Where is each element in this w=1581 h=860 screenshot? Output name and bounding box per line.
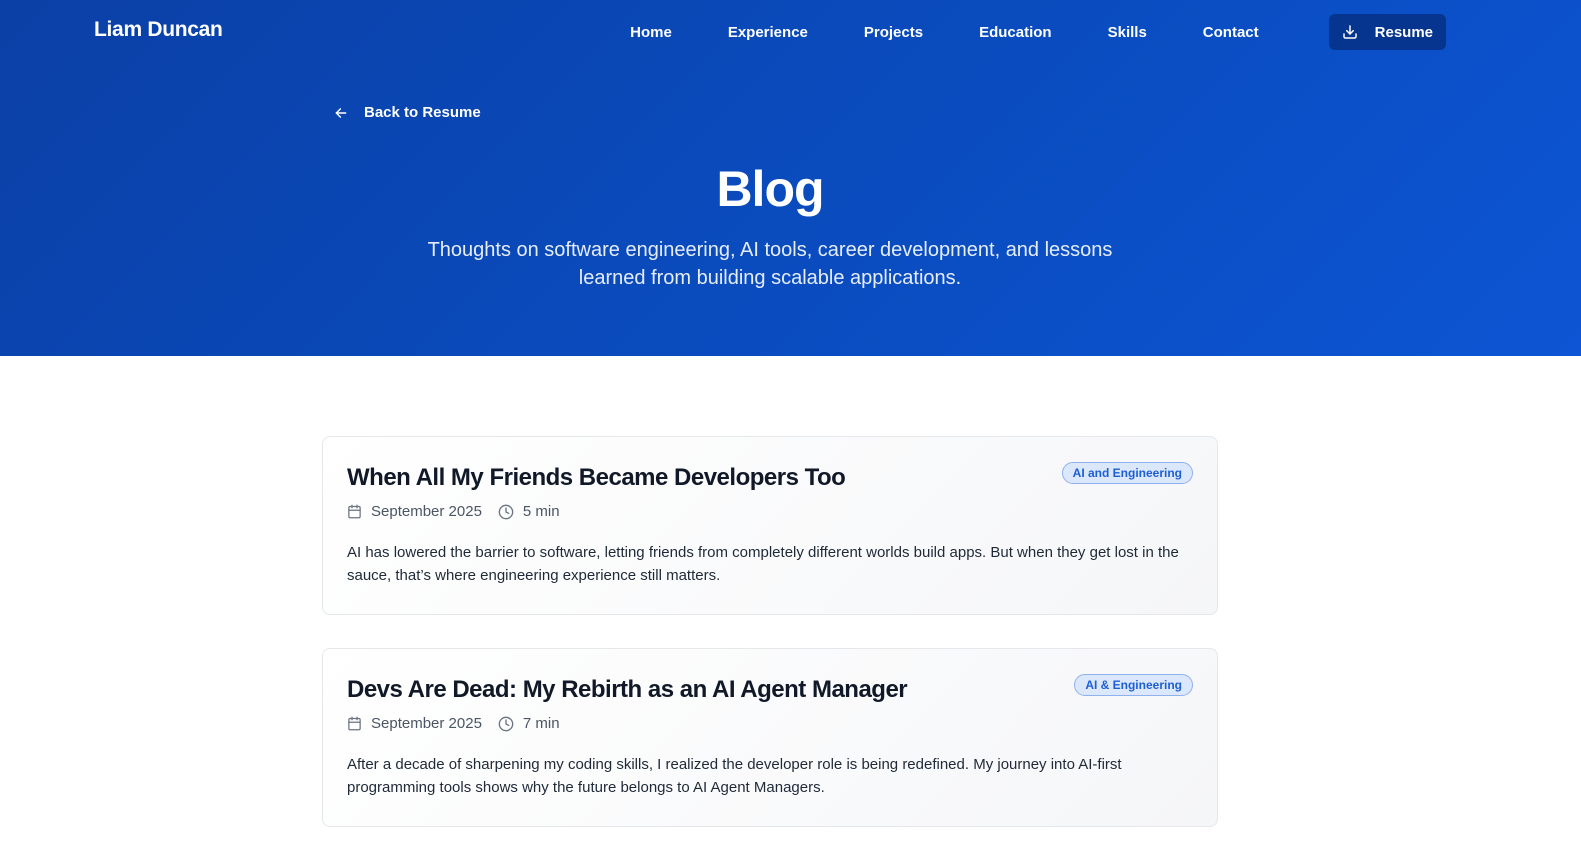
- post-category-badge: AI & Engineering: [1074, 674, 1193, 696]
- arrow-left-icon: [335, 107, 347, 118]
- post-date: September 2025: [371, 503, 482, 520]
- calendar-icon: [348, 716, 361, 731]
- nav-link-home[interactable]: Home: [630, 24, 672, 41]
- post-read-time: 5 min: [522, 503, 560, 520]
- nav-links: Home Experience Projects Education Skill…: [630, 14, 1446, 50]
- top-nav: Liam Duncan Home Experience Projects Edu…: [0, 0, 1581, 64]
- nav-link-contact[interactable]: Contact: [1203, 24, 1259, 41]
- brand-logo[interactable]: Liam Duncan: [94, 18, 223, 42]
- nav-link-projects[interactable]: Projects: [864, 24, 923, 41]
- resume-download-button[interactable]: Resume: [1328, 14, 1446, 50]
- page-subtitle: Thoughts on software engineering, AI too…: [427, 239, 1113, 289]
- page-title: Blog: [716, 161, 824, 217]
- blog-post-list: When All My Friends Became Developers To…: [322, 436, 1218, 860]
- blog-post-card[interactable]: When All My Friends Became Developers To…: [322, 436, 1218, 615]
- back-to-resume-link[interactable]: Back to Resume: [334, 104, 481, 121]
- post-category-badge: AI and Engineering: [1061, 462, 1193, 484]
- post-date: September 2025: [371, 715, 482, 732]
- calendar-icon: [348, 504, 361, 519]
- clock-icon: [498, 716, 514, 731]
- back-link-label: Back to Resume: [364, 104, 481, 121]
- download-icon: [1342, 25, 1357, 39]
- blog-post-card[interactable]: Devs Are Dead: My Rebirth as an AI Agent…: [322, 648, 1218, 827]
- post-excerpt: AI has lowered the barrier to software, …: [347, 544, 1179, 584]
- hero-header: Liam Duncan Home Experience Projects Edu…: [0, 0, 1581, 356]
- resume-button-label: Resume: [1374, 23, 1433, 41]
- post-read-time: 7 min: [522, 715, 560, 732]
- post-meta: September 2025 5 min: [347, 503, 1193, 520]
- post-meta: September 2025 7 min: [347, 715, 1193, 732]
- clock-icon: [498, 504, 514, 519]
- nav-link-skills[interactable]: Skills: [1108, 24, 1147, 41]
- nav-link-experience[interactable]: Experience: [728, 24, 808, 41]
- post-title[interactable]: Devs Are Dead: My Rebirth as an AI Agent…: [347, 673, 1193, 707]
- nav-link-education[interactable]: Education: [979, 24, 1052, 41]
- post-excerpt: After a decade of sharpening my coding s…: [347, 756, 1122, 796]
